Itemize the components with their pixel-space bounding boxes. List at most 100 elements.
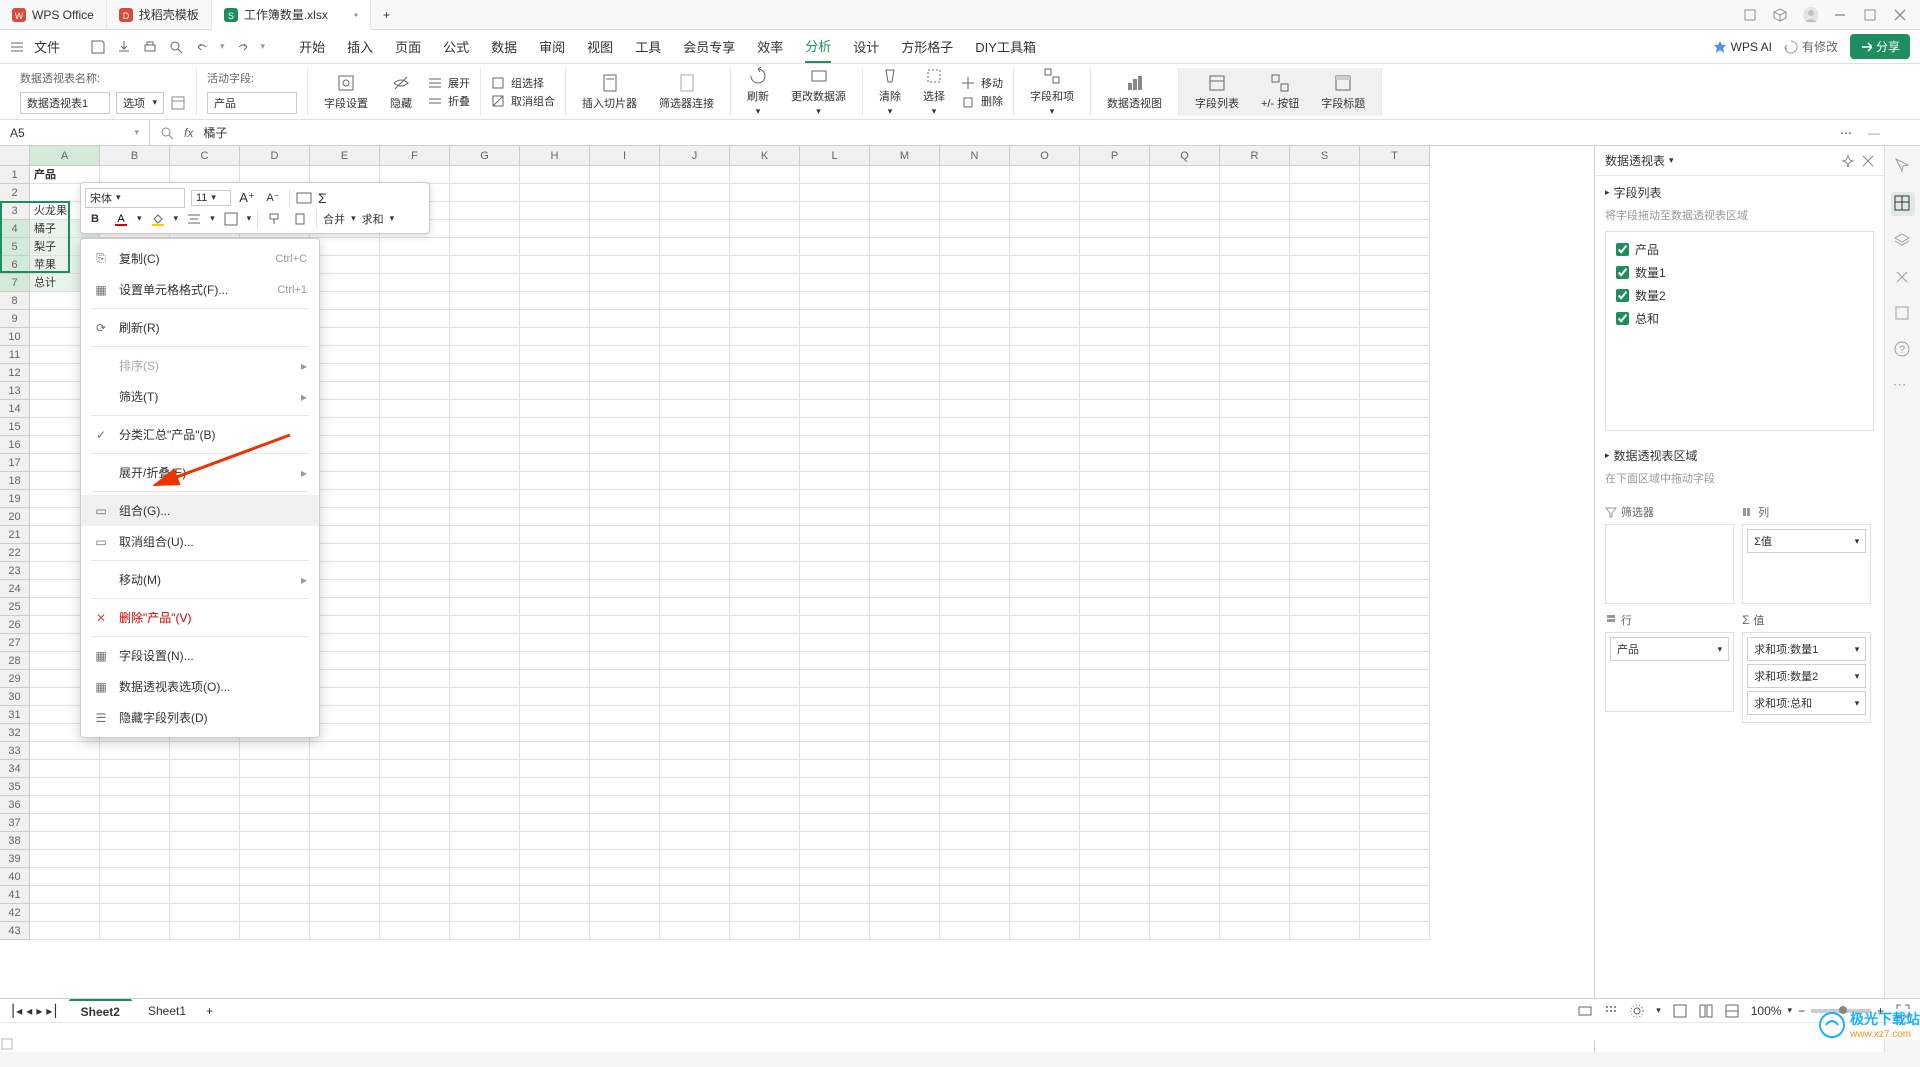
- col-header[interactable]: M: [870, 146, 940, 166]
- cell[interactable]: [1080, 634, 1150, 652]
- cell[interactable]: [940, 724, 1010, 742]
- cell[interactable]: [1150, 382, 1220, 400]
- expand-button[interactable]: 展开: [428, 75, 470, 91]
- cell[interactable]: [870, 472, 940, 490]
- cell[interactable]: [380, 706, 450, 724]
- cell[interactable]: [800, 562, 870, 580]
- cell[interactable]: [1220, 814, 1290, 832]
- cell[interactable]: [380, 796, 450, 814]
- menu-item-设计[interactable]: 设计: [853, 31, 879, 62]
- cell[interactable]: [870, 724, 940, 742]
- cell[interactable]: [310, 562, 380, 580]
- cell[interactable]: [940, 580, 1010, 598]
- cell[interactable]: [310, 544, 380, 562]
- cell[interactable]: [730, 922, 800, 940]
- layers-icon[interactable]: [1893, 232, 1913, 252]
- cell[interactable]: [940, 184, 1010, 202]
- cell[interactable]: [1360, 292, 1430, 310]
- cell[interactable]: [310, 508, 380, 526]
- cell[interactable]: [800, 472, 870, 490]
- field-list-box[interactable]: 产品数量1数量2总和: [1605, 231, 1874, 431]
- file-menu[interactable]: 文件: [34, 37, 60, 56]
- cell[interactable]: [730, 616, 800, 634]
- cell[interactable]: [380, 562, 450, 580]
- cell[interactable]: [1290, 652, 1360, 670]
- export-icon[interactable]: [116, 39, 132, 55]
- tab-templates[interactable]: D 找稻壳模板: [107, 0, 212, 30]
- cell[interactable]: [940, 274, 1010, 292]
- cell[interactable]: [240, 760, 310, 778]
- cell[interactable]: [1220, 724, 1290, 742]
- cell[interactable]: [1150, 742, 1220, 760]
- cell[interactable]: [1220, 418, 1290, 436]
- cell[interactable]: [1150, 346, 1220, 364]
- sheet-nav-first-icon[interactable]: ⎮◂: [10, 1004, 22, 1018]
- cell[interactable]: [1360, 868, 1430, 886]
- cell[interactable]: [940, 706, 1010, 724]
- cell[interactable]: [310, 274, 380, 292]
- cell[interactable]: [1360, 490, 1430, 508]
- cell[interactable]: [590, 634, 660, 652]
- new-tab-button[interactable]: +: [371, 0, 402, 30]
- cell[interactable]: [380, 238, 450, 256]
- cell[interactable]: [940, 310, 1010, 328]
- modified-badge[interactable]: 有修改: [1784, 38, 1838, 55]
- cell[interactable]: [730, 742, 800, 760]
- cell[interactable]: [30, 904, 100, 922]
- cell[interactable]: [1080, 400, 1150, 418]
- cell[interactable]: [1290, 454, 1360, 472]
- name-box[interactable]: A5 ▾: [0, 120, 150, 145]
- cell[interactable]: [1150, 184, 1220, 202]
- cell[interactable]: [940, 760, 1010, 778]
- cell[interactable]: [590, 256, 660, 274]
- menu-item-开始[interactable]: 开始: [299, 31, 325, 62]
- cell[interactable]: [1290, 562, 1360, 580]
- cell[interactable]: [730, 184, 800, 202]
- cell[interactable]: [520, 724, 590, 742]
- fontsize-select[interactable]: 11▾: [191, 190, 231, 206]
- cell[interactable]: [590, 292, 660, 310]
- grid-icon[interactable]: [1604, 1004, 1618, 1018]
- cell[interactable]: [730, 706, 800, 724]
- cell[interactable]: [1010, 418, 1080, 436]
- cell[interactable]: [590, 220, 660, 238]
- cell[interactable]: [590, 544, 660, 562]
- cell[interactable]: [1220, 364, 1290, 382]
- cell[interactable]: [1150, 256, 1220, 274]
- cell[interactable]: [450, 562, 520, 580]
- cell[interactable]: [590, 814, 660, 832]
- row-header[interactable]: 4: [0, 220, 30, 238]
- cell[interactable]: [310, 346, 380, 364]
- cell[interactable]: [100, 832, 170, 850]
- cell[interactable]: [800, 490, 870, 508]
- cell[interactable]: [520, 778, 590, 796]
- cell[interactable]: [1010, 850, 1080, 868]
- cell[interactable]: [1290, 742, 1360, 760]
- menu-item-方形格子[interactable]: 方形格子: [901, 31, 953, 62]
- cell[interactable]: [590, 850, 660, 868]
- cell[interactable]: [1010, 508, 1080, 526]
- cell[interactable]: [1150, 436, 1220, 454]
- chevron-down-icon[interactable]: ▾: [220, 41, 225, 52]
- cell[interactable]: [870, 562, 940, 580]
- cell[interactable]: [590, 274, 660, 292]
- cell[interactable]: [1010, 310, 1080, 328]
- cell[interactable]: [450, 652, 520, 670]
- cube-icon[interactable]: [1772, 7, 1788, 23]
- cell[interactable]: [1360, 598, 1430, 616]
- cell[interactable]: [1080, 328, 1150, 346]
- cell[interactable]: [1290, 778, 1360, 796]
- cell[interactable]: [940, 688, 1010, 706]
- row-header[interactable]: 1: [0, 166, 30, 184]
- cell[interactable]: [30, 778, 100, 796]
- cell[interactable]: [660, 472, 730, 490]
- cell[interactable]: [800, 796, 870, 814]
- tools-icon[interactable]: [1893, 268, 1913, 288]
- cell[interactable]: [730, 580, 800, 598]
- cell[interactable]: [450, 634, 520, 652]
- cell[interactable]: [450, 508, 520, 526]
- cell[interactable]: [1010, 472, 1080, 490]
- cell[interactable]: [450, 274, 520, 292]
- cell[interactable]: [870, 382, 940, 400]
- col-header[interactable]: T: [1360, 146, 1430, 166]
